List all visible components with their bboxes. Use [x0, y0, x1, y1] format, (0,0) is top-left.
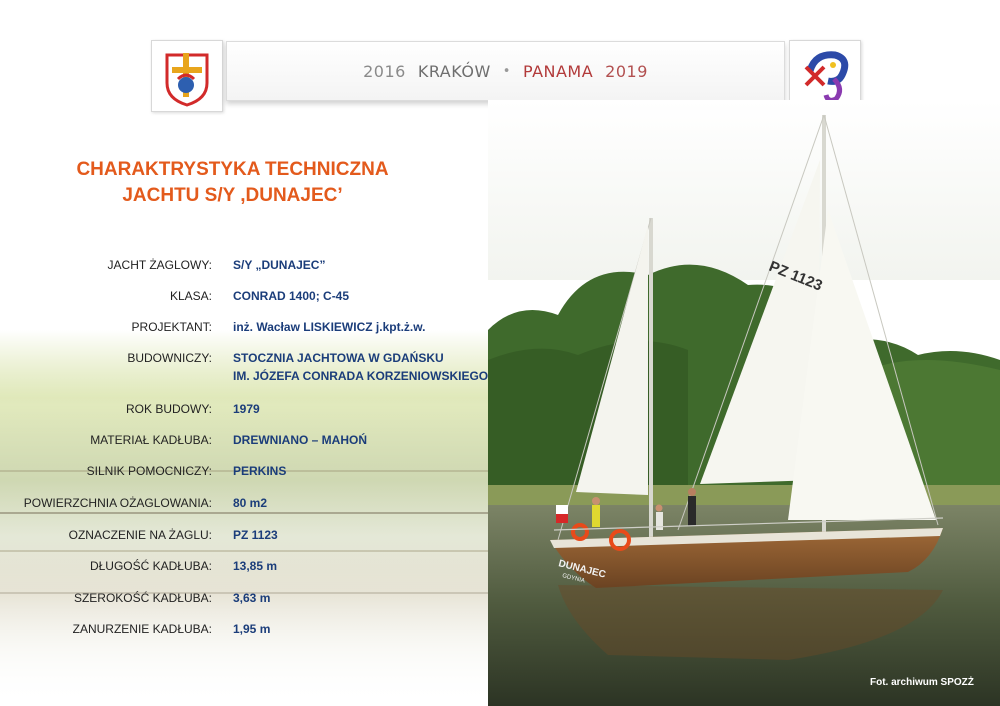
spec-label: MATERIAŁ KADŁUBA:	[90, 433, 212, 447]
spec-value: 3,63 m	[233, 591, 271, 605]
spec-row: JACHT ŻAGLOWY: S/Y „DUNAJEC”	[0, 258, 488, 278]
spec-value: inż. Wacław LISKIEWICZ j.kpt.ż.w.	[233, 320, 426, 334]
title-line-1: CHARAKTRYSTYKA TECHNICZNA	[76, 159, 389, 180]
wyd-krakow-logo	[151, 40, 223, 112]
spec-label: PROJEKTANT:	[131, 320, 212, 334]
header-banner: 2016 KRAKÓW • PANAMA 2019	[226, 41, 785, 101]
spec-value: 80 m2	[233, 496, 268, 510]
spec-label: SZEROKOŚĆ KADŁUBA:	[73, 591, 212, 605]
spec-row: PROJEKTANT: inż. Wacław LISKIEWICZ j.kpt…	[0, 320, 488, 340]
spec-row: SILNIK POMOCNICZY: PERKINS	[0, 464, 488, 484]
spec-label: POWIERZCHNIA OŻAGLOWANIA:	[23, 496, 212, 510]
yacht-photo: PZ 1123 DUNAJEC GDYNIA	[488, 100, 1000, 706]
spec-label: SILNIK POMOCNICZY:	[86, 464, 212, 478]
city-right: PANAMA	[522, 61, 594, 81]
spec-row: POWIERZCHNIA OŻAGLOWANIA: 80 m2	[0, 496, 488, 516]
yacht-illustration: PZ 1123 DUNAJEC GDYNIA	[488, 100, 1000, 706]
city-left: KRAKÓW	[417, 61, 491, 81]
spec-value: S/Y „DUNAJEC”	[233, 258, 326, 272]
spec-row: ROK BUDOWY: 1979	[0, 402, 488, 422]
spec-label: JACHT ŻAGLOWY:	[107, 258, 212, 272]
spec-value: CONRAD 1400; C-45	[233, 289, 350, 303]
spec-row: MATERIAŁ KADŁUBA: DREWNIANO – MAHOŃ	[0, 433, 488, 453]
spec-label: KLASA:	[169, 289, 212, 303]
spec-row: ZANURZENIE KADŁUBA: 1,95 m	[0, 622, 488, 642]
spec-row: DŁUGOŚĆ KADŁUBA: 13,85 m	[0, 559, 488, 579]
spec-value: 1979	[233, 402, 260, 416]
spec-row: SZEROKOŚĆ KADŁUBA: 3,63 m	[0, 591, 488, 611]
photo-credit: Fot. archiwum SPOZŻ	[870, 677, 974, 688]
wyd-krakow-logo-icon	[165, 53, 209, 107]
year-left: 2016	[363, 61, 406, 81]
spec-value: STOCZNIA JACHTOWA W GDAŃSKU	[233, 351, 444, 365]
spec-label: BUDOWNICZY:	[127, 351, 212, 365]
spec-row: KLASA: CONRAD 1400; C-45	[0, 289, 488, 309]
spec-value: 1,95 m	[233, 622, 271, 636]
spec-row: OZNACZENIE NA ŻAGLU: PZ 1123	[0, 528, 488, 548]
spec-label: OZNACZENIE NA ŻAGLU:	[68, 528, 212, 542]
spec-label: DŁUGOŚĆ KADŁUBA:	[89, 559, 212, 573]
spec-label: ZANURZENIE KADŁUBA:	[72, 622, 212, 636]
spec-value-line-2: IM. JÓZEFA CONRADA KORZENIOWSKIEGO	[233, 369, 489, 383]
spec-value: DREWNIANO – MAHOŃ	[233, 433, 367, 447]
spec-label: ROK BUDOWY:	[125, 402, 212, 416]
spec-value: 13,85 m	[233, 559, 278, 573]
page-title: CHARAKTRYSTYKA TECHNICZNA JACHTU S/Y ,DU…	[40, 157, 425, 209]
year-right: 2019	[605, 61, 648, 81]
spec-value: PZ 1123	[233, 528, 278, 542]
spec-row: BUDOWNICZY: STOCZNIA JACHTOWA W GDAŃSKU …	[0, 351, 488, 389]
separator-dot: •	[502, 63, 511, 79]
spec-value: PERKINS	[233, 464, 287, 478]
title-line-2: JACHTU S/Y ,DUNAJEC’	[122, 185, 343, 206]
